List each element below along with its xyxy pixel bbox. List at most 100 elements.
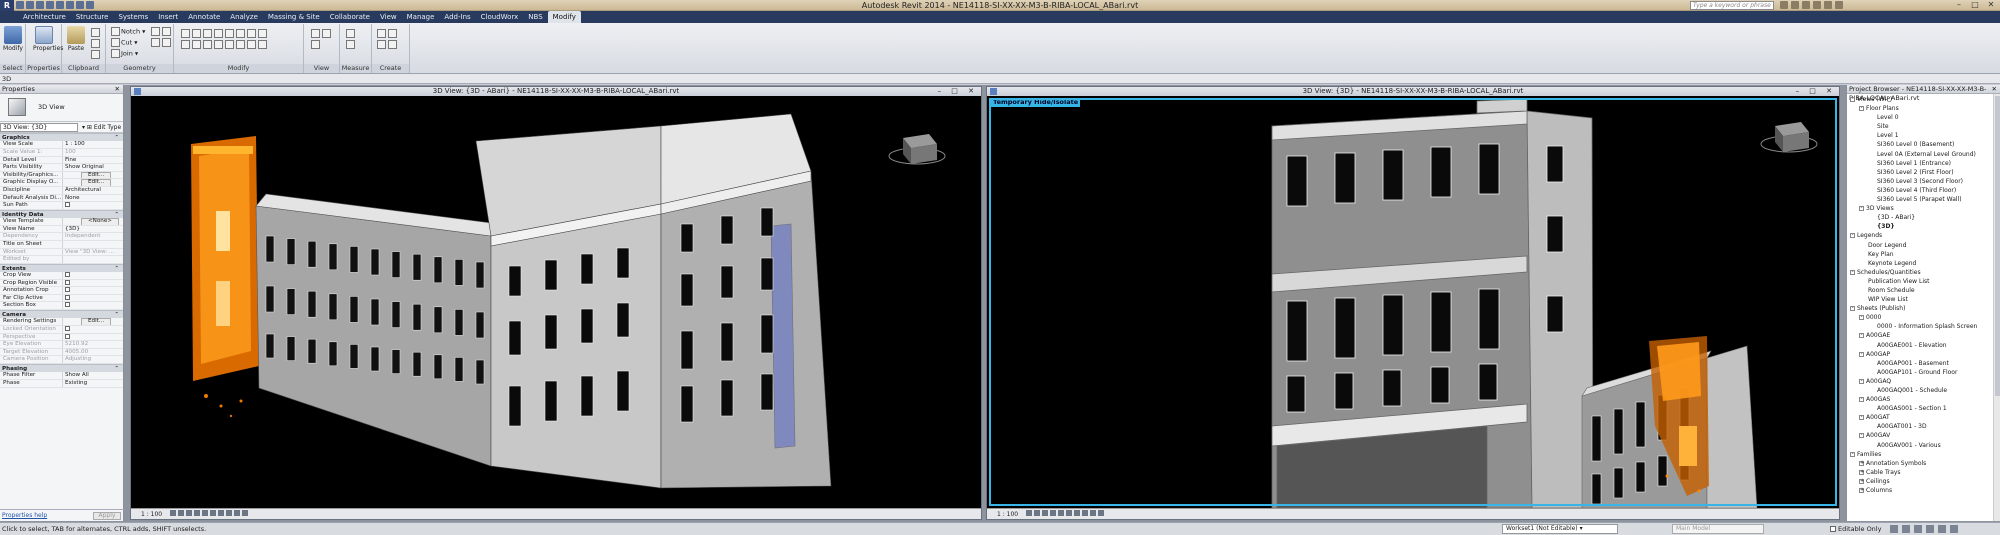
property-value[interactable]: Architectural: [63, 187, 123, 194]
browser-tree-item[interactable]: A00GAE001 - Elevation: [1847, 341, 2000, 350]
collapse-icon[interactable]: -: [1850, 451, 1855, 457]
property-checkbox[interactable]: [65, 302, 70, 308]
collapse-icon[interactable]: -: [1859, 433, 1864, 439]
close-icon[interactable]: ✕: [1992, 85, 1997, 94]
collapse-icon[interactable]: -: [1859, 415, 1864, 421]
scale-icon[interactable]: [236, 40, 245, 49]
browser-tree-item[interactable]: WIP View List: [1847, 295, 2000, 304]
select-underlay-icon[interactable]: [1902, 525, 1910, 533]
property-value[interactable]: 5210.92: [63, 341, 123, 348]
copy-element-icon[interactable]: [192, 40, 201, 49]
cope-row[interactable]: Notch ▾: [110, 26, 145, 37]
ribbon-tab-massing-site[interactable]: Massing & Site: [263, 11, 325, 23]
select-pinned-icon[interactable]: [1914, 525, 1922, 533]
sun-path-icon[interactable]: [1042, 510, 1049, 516]
ribbon-tab-manage[interactable]: Manage: [402, 11, 440, 23]
property-value[interactable]: Independent: [63, 233, 123, 240]
lock-view-icon[interactable]: [1082, 510, 1089, 516]
view-scale[interactable]: 1 : 100: [141, 511, 162, 518]
collapse-icon[interactable]: ⌃: [114, 365, 119, 373]
favorites-icon[interactable]: [1813, 1, 1821, 9]
trim-icon[interactable]: [247, 29, 256, 38]
browser-tree-item[interactable]: - A00GAS: [1847, 395, 2000, 404]
detail-level-icon[interactable]: [170, 510, 177, 516]
modify-button[interactable]: Modify: [2, 26, 24, 52]
browser-tree-item[interactable]: SI360 Level 5 (Parapet Wall): [1847, 195, 2000, 204]
select-group-label[interactable]: Select: [0, 64, 25, 73]
view-window-controls[interactable]: – □ ✕: [1796, 87, 1836, 96]
collapse-icon[interactable]: ⌃: [114, 134, 119, 142]
property-value[interactable]: [63, 256, 123, 263]
collapse-icon[interactable]: -: [1859, 206, 1864, 212]
browser-tree-item[interactable]: Level 0A (External Level Ground): [1847, 150, 2000, 159]
property-value[interactable]: [63, 326, 123, 333]
scrollbar-thumb[interactable]: [1995, 96, 2000, 396]
visual-style-icon[interactable]: [1034, 510, 1041, 516]
browser-tree-item[interactable]: - Families: [1847, 450, 2000, 459]
apply-button[interactable]: Apply: [93, 512, 121, 520]
copy-icon[interactable]: [91, 39, 100, 48]
create-similar-icon[interactable]: [388, 40, 397, 49]
reveal-hidden-icon[interactable]: [1098, 510, 1105, 516]
property-checkbox[interactable]: [65, 287, 70, 293]
view-scale[interactable]: 1 : 100: [997, 511, 1018, 518]
mirror-draw-icon[interactable]: [214, 29, 223, 38]
collapse-icon[interactable]: -: [1859, 315, 1864, 321]
browser-tree-item[interactable]: - Schedules/Quantities: [1847, 268, 2000, 277]
collapse-icon[interactable]: -: [1850, 306, 1855, 312]
linework-icon[interactable]: [311, 40, 320, 49]
create-group-icon[interactable]: [377, 40, 386, 49]
property-section-header[interactable]: Camera ⌃: [0, 310, 123, 319]
drag-elements-icon[interactable]: [1938, 525, 1946, 533]
measure-distance-icon[interactable]: [346, 29, 355, 38]
reveal-hidden-icon[interactable]: [242, 510, 249, 516]
3d-canvas[interactable]: Temporary Hide/Isolate: [987, 96, 1839, 508]
split-face-icon[interactable]: [162, 27, 171, 36]
join-row[interactable]: Join ▾: [110, 48, 138, 59]
property-checkbox[interactable]: [65, 202, 70, 208]
expand-icon[interactable]: +: [1859, 488, 1864, 494]
view-cube-icon[interactable]: [888, 134, 946, 165]
browser-tree-item[interactable]: - Legends: [1847, 231, 2000, 240]
split-icon[interactable]: [225, 29, 234, 38]
browser-tree-item[interactable]: A00GAP001 - Basement: [1847, 359, 2000, 368]
browser-tree-item[interactable]: 0000 - Information Splash Screen: [1847, 322, 2000, 331]
array-icon[interactable]: [225, 40, 234, 49]
select-by-face-icon[interactable]: [1926, 525, 1934, 533]
expand-icon[interactable]: +: [1859, 469, 1864, 475]
ribbon-tab-annotate[interactable]: Annotate: [183, 11, 225, 23]
property-section-header[interactable]: Identity Data ⌃: [0, 209, 123, 219]
edit-type-button[interactable]: ▾ ⊞ Edit Type: [82, 123, 121, 132]
browser-tree-item[interactable]: -0000: [1847, 313, 2000, 322]
cut-row[interactable]: Cut ▾: [110, 37, 138, 48]
view-cube-icon[interactable]: [1760, 122, 1818, 153]
unpin-icon[interactable]: [247, 40, 256, 49]
browser-tree-item[interactable]: Publication View List: [1847, 277, 2000, 286]
browser-tree-item[interactable]: Site: [1847, 122, 2000, 131]
move-icon[interactable]: [181, 40, 190, 49]
properties-button[interactable]: Properties: [33, 26, 63, 52]
property-checkbox[interactable]: [65, 272, 70, 278]
browser-tree-item[interactable]: SI360 Level 3 (Second Floor): [1847, 177, 2000, 186]
browser-tree-item[interactable]: + Annotation Symbols: [1847, 459, 2000, 468]
property-value[interactable]: [63, 202, 123, 209]
lock-view-icon[interactable]: [226, 510, 233, 516]
browser-tree-item[interactable]: Key Plan: [1847, 250, 2000, 259]
browser-tree-item[interactable]: A00GAT001 - 3D: [1847, 422, 2000, 431]
browser-tree-item[interactable]: SI360 Level 1 (Entrance): [1847, 159, 2000, 168]
minimize-icon[interactable]: –: [1952, 0, 1966, 10]
ribbon-tab-systems[interactable]: Systems: [113, 11, 153, 23]
ribbon-tab-insert[interactable]: Insert: [153, 11, 183, 23]
property-value[interactable]: Existing: [63, 380, 123, 387]
crop-view-icon[interactable]: [1066, 510, 1073, 516]
browser-tree-item[interactable]: SI360 Level 4 (Third Floor): [1847, 186, 2000, 195]
delete-icon[interactable]: [258, 40, 267, 49]
browser-tree-item[interactable]: - A00GAP: [1847, 350, 2000, 359]
property-value[interactable]: [63, 279, 123, 287]
rotate-icon[interactable]: [203, 40, 212, 49]
browser-tree-item[interactable]: Door Legend: [1847, 241, 2000, 250]
browser-tree-item[interactable]: Room Schedule: [1847, 286, 2000, 295]
browser-tree-item[interactable]: SI360 Level 0 (Basement): [1847, 140, 2000, 149]
help-search-input[interactable]: Type a keyword or phrase: [1690, 1, 1774, 10]
property-edit-button[interactable]: Edit...: [81, 171, 112, 179]
